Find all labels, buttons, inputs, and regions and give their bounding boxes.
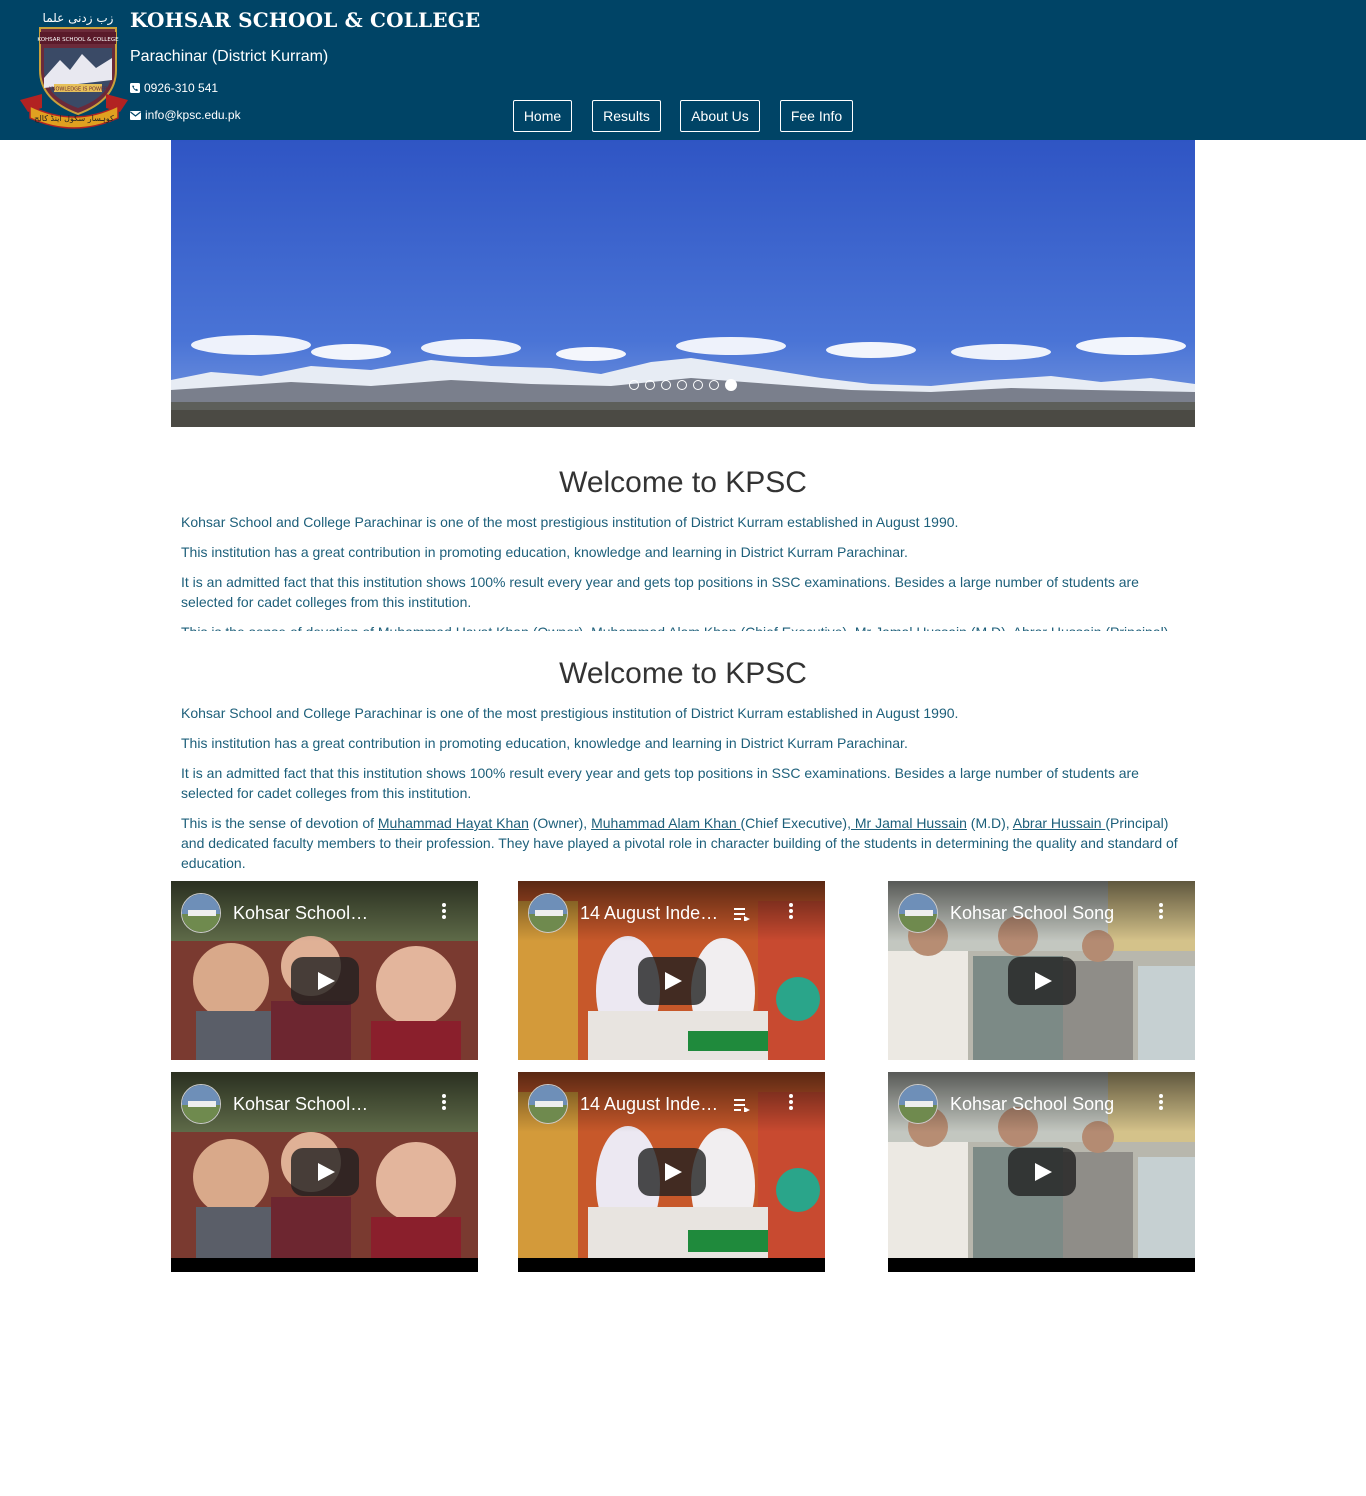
play-button-icon[interactable] [1008,957,1076,1005]
carousel-indicators [629,379,737,391]
more-options-icon[interactable] [442,1094,446,1112]
welcome-paragraph-3: It is an admitted fact that this institu… [181,765,1139,801]
play-button-icon[interactable] [638,1148,706,1196]
video-embed[interactable]: Kohsar School Song [888,1072,1195,1272]
video-title[interactable]: Kohsar School Song [950,903,1114,924]
nav-results-button[interactable]: Results [592,100,661,132]
owner-link[interactable]: Muhammad Hayat Khan [378,815,529,831]
more-options-icon[interactable] [442,903,446,921]
play-button-icon[interactable] [291,1148,359,1196]
welcome-paragraph-3: It is an admitted fact that this institu… [181,574,1139,610]
video-title[interactable]: 14 August Independence Day [580,1094,720,1115]
welcome-paragraph-1: Kohsar School and College Parachinar is … [181,705,959,721]
svg-text:KOHSAR SCHOOL & COLLEGE: KOHSAR SCHOOL & COLLEGE [37,37,119,43]
playlist-icon[interactable] [734,1098,750,1117]
welcome-paragraph-1: Kohsar School and College Parachinar is … [181,514,959,530]
play-button-icon[interactable] [1008,1148,1076,1196]
more-options-icon[interactable] [789,1094,793,1112]
svg-text:زب زدنی علما: زب زدنی علما [43,11,114,26]
welcome-paragraph-2: This institution has a great contributio… [181,544,908,560]
phone-icon [130,83,140,93]
channel-avatar[interactable] [898,1084,938,1124]
welcome-heading: Welcome to KPSC [559,657,807,690]
md-link[interactable]: Mr Jamal Hussain [851,624,967,631]
welcome-paragraph-4: This is the sense of devotion of Muhamma… [181,815,1178,871]
carousel-dot[interactable] [661,380,671,390]
carousel-dot[interactable] [629,380,639,390]
more-options-icon[interactable] [1159,1094,1163,1112]
image-carousel[interactable] [171,140,1195,427]
main-nav: Home Results About Us Fee Info [0,100,1366,132]
video-title[interactable]: Kohsar School Song 2 [233,1094,373,1115]
video-embed[interactable]: Kohsar School Song 2 [171,881,478,1060]
chief-executive-link[interactable]: Muhammad Alam Khan [591,624,740,631]
md-link[interactable]: Mr Jamal Hussain [851,815,967,831]
play-button-icon[interactable] [291,957,359,1005]
video-title[interactable]: Kohsar School Song [950,1094,1114,1115]
site-header: زب زدنی علما KOHSAR SCHOOL & COLLEGE KNO… [0,0,1366,140]
owner-link[interactable]: Muhammad Hayat Khan [378,624,529,631]
video-embed[interactable]: Kohsar School Song 2 [171,1072,478,1272]
carousel-dot[interactable] [709,380,719,390]
principal-link[interactable]: Abrar Hussain [1013,815,1106,831]
carousel-dot[interactable] [677,380,687,390]
carousel-dot-active[interactable] [725,379,737,391]
svg-text:KNOWLEDGE IS POWER: KNOWLEDGE IS POWER [48,87,108,93]
channel-avatar[interactable] [528,893,568,933]
video-embed[interactable]: 14 August Independence Day [518,881,825,1060]
more-options-icon[interactable] [789,903,793,921]
carousel-dot[interactable] [693,380,703,390]
video-embed[interactable]: 14 August Independence Day [518,1072,825,1272]
carousel-dot[interactable] [645,380,655,390]
principal-link[interactable]: Abrar Hussain [1013,624,1106,631]
channel-avatar[interactable] [181,893,221,933]
nav-home-button[interactable]: Home [513,100,572,132]
welcome-paragraph-2: This institution has a great contributio… [181,735,908,751]
phone-contact: 0926-310 541 [130,81,218,95]
channel-avatar[interactable] [528,1084,568,1124]
school-name: KOHSAR SCHOOL & COLLEGE [130,8,481,32]
more-options-icon[interactable] [1159,903,1163,921]
chief-executive-link[interactable]: Muhammad Alam Khan [591,815,740,831]
video-title[interactable]: Kohsar School Song 2 [233,903,373,924]
welcome-section-clipped: Welcome to KPSC Kohsar School and Colleg… [171,463,1195,631]
phone-number: 0926-310 541 [144,81,219,95]
channel-avatar[interactable] [181,1084,221,1124]
video-embed[interactable]: Kohsar School Song [888,881,1195,1060]
nav-fee-info-button[interactable]: Fee Info [780,100,853,132]
welcome-paragraph-4: This is the sense of devotion of Muhamma… [171,622,1195,631]
playlist-icon[interactable] [734,907,750,926]
school-location: Parachinar (District Kurram) [130,48,329,65]
welcome-section: Welcome to KPSC Kohsar School and Colleg… [171,654,1195,883]
video-title[interactable]: 14 August Independence Day [580,903,720,924]
nav-about-button[interactable]: About Us [680,100,760,132]
play-button-icon[interactable] [638,957,706,1005]
channel-avatar[interactable] [898,893,938,933]
welcome-heading: Welcome to KPSC [559,466,807,499]
